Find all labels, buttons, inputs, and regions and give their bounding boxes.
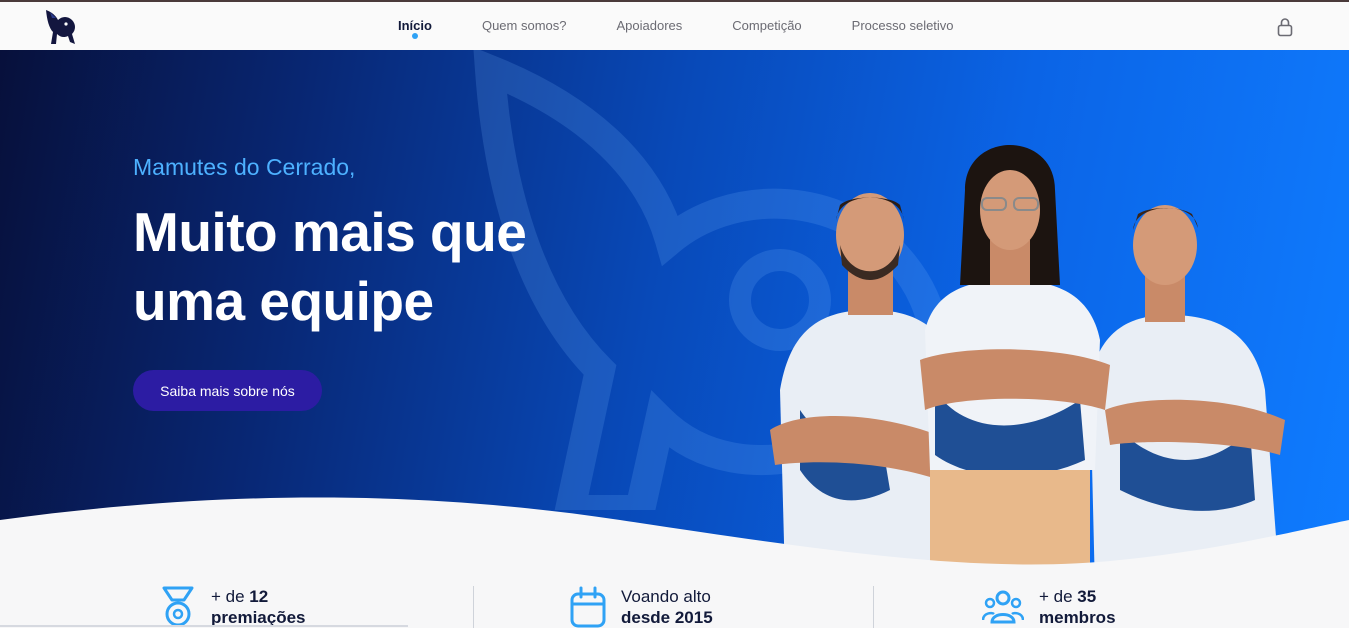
stat-divider xyxy=(473,586,474,628)
stat-prefix: + de xyxy=(211,587,250,606)
hero-section: Mamutes do Cerrado, Muito mais que uma e… xyxy=(0,50,1349,580)
mammoth-logo-icon[interactable] xyxy=(42,6,84,48)
nav-item-label: Competição xyxy=(732,18,802,33)
medal-icon xyxy=(162,586,194,627)
users-icon xyxy=(982,590,1024,624)
stat-awards-text: + de 12 premiações xyxy=(211,586,306,628)
nav-item-quem-somos[interactable]: Quem somos? xyxy=(482,18,567,33)
hero-wave-divider xyxy=(0,497,1349,580)
stat-label: membros xyxy=(1039,608,1116,627)
stat-prefix: + de xyxy=(1039,587,1078,606)
nav-item-label: Processo seletivo xyxy=(851,18,954,33)
stat-divider xyxy=(873,586,874,628)
main-nav: Início Quem somos? Apoiadores Competição… xyxy=(398,18,1004,39)
calendar-icon xyxy=(570,586,606,628)
stat-prefix: Voando alto xyxy=(621,587,711,606)
nav-item-processo-seletivo[interactable]: Processo seletivo xyxy=(852,18,954,33)
stat-members: + de 35 membros xyxy=(982,586,1116,628)
nav-item-label: Início xyxy=(398,18,432,33)
nav-item-label: Quem somos? xyxy=(481,18,567,33)
nav-item-competicao[interactable]: Competição xyxy=(732,18,801,33)
nav-item-apoiadores[interactable]: Apoiadores xyxy=(617,18,683,33)
navbar: Início Quem somos? Apoiadores Competição… xyxy=(0,2,1349,50)
stat-founded: Voando alto desde 2015 xyxy=(570,586,713,628)
lock-icon[interactable] xyxy=(1276,17,1294,37)
stat-awards: + de 12 premiações xyxy=(160,586,306,628)
nav-item-label: Apoiadores xyxy=(616,18,683,33)
active-indicator xyxy=(411,33,418,39)
stat-value: 35 xyxy=(1077,587,1097,606)
stat-value: 12 xyxy=(249,587,269,606)
stat-members-text: + de 35 membros xyxy=(1039,586,1116,628)
nav-item-inicio[interactable]: Início xyxy=(398,18,432,39)
stat-founded-text: Voando alto desde 2015 xyxy=(621,586,713,628)
stats-bar: + de 12 premiações Voando alto desde 201… xyxy=(0,580,1349,628)
stat-label: desde 2015 xyxy=(621,608,713,627)
